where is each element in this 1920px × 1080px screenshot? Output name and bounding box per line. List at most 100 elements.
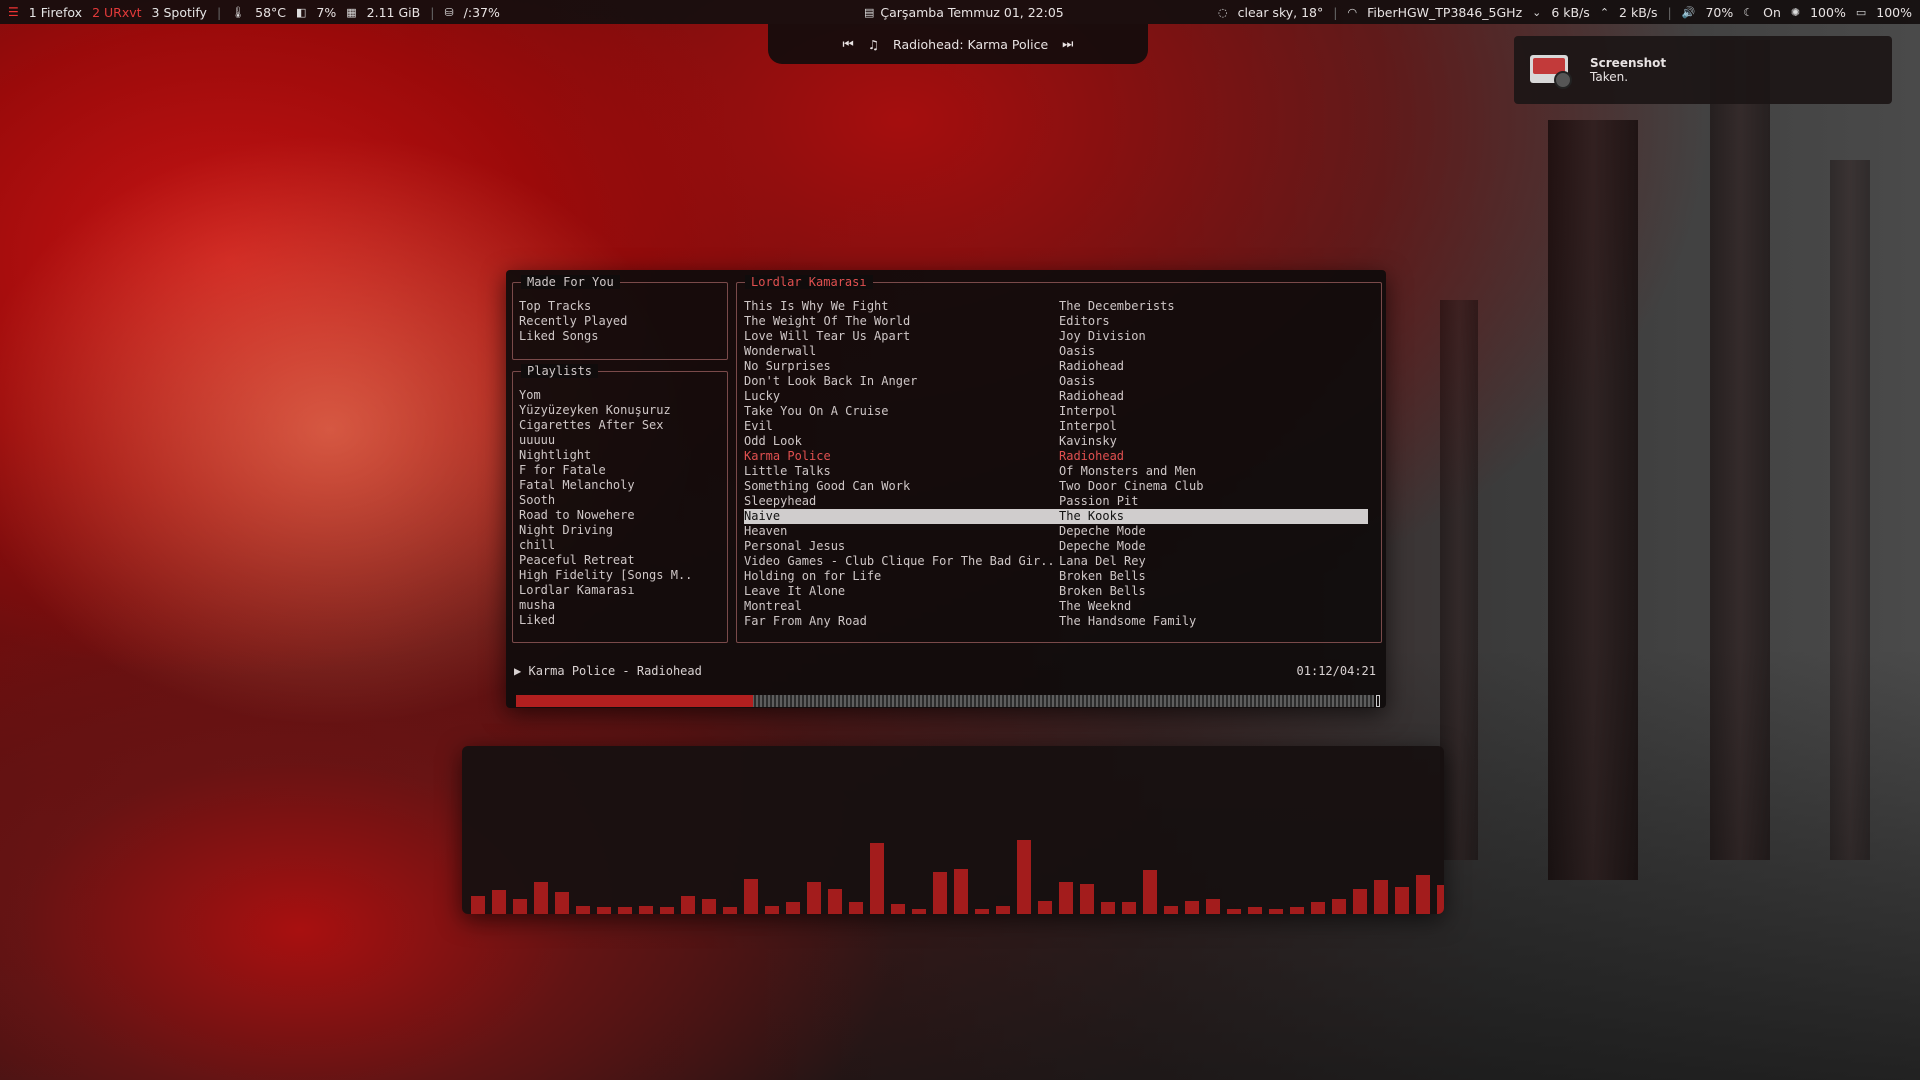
separator: |	[216, 4, 222, 20]
track-artist: Two Door Cinema Club	[1059, 479, 1204, 493]
track-row[interactable]: Leave It Alone Broken Bells	[744, 584, 1368, 599]
workspace-2[interactable]: 2 URxvt	[92, 5, 141, 20]
weather: clear sky, 18°	[1237, 4, 1324, 20]
track-row[interactable]: Montreal The Weeknd	[744, 599, 1368, 614]
track-row[interactable]: Love Will Tear Us Apart Joy Division	[744, 329, 1368, 344]
track-row[interactable]: Don't Look Back In Anger Oasis	[744, 374, 1368, 389]
visualizer-bar	[1353, 889, 1367, 914]
track-artist: Oasis	[1059, 344, 1096, 358]
playlist-item[interactable]: musha	[519, 598, 719, 613]
terminal-window[interactable]: Made For You Top Tracks Recently Played Li…	[506, 270, 1386, 708]
playlist-item[interactable]: Nightlight	[519, 448, 719, 463]
playlist-item[interactable]: Lordlar Kamarası	[519, 583, 719, 598]
weather-icon: ◌	[1218, 5, 1228, 19]
playlist-item[interactable]: chill	[519, 538, 719, 553]
track-title: Video Games - Club Clique For The Bad Gi…	[744, 554, 1055, 568]
track-row[interactable]: Odd Look Kavinsky	[744, 434, 1368, 449]
track-row[interactable]: Video Games - Club Clique For The Bad Gi…	[744, 554, 1368, 569]
visualizer-bar	[576, 906, 590, 914]
playlist-item[interactable]: F for Fatale	[519, 463, 719, 478]
track-row[interactable]: Heaven Depeche Mode	[744, 524, 1368, 539]
track-title: Don't Look Back In Anger	[744, 374, 918, 388]
brightness-level[interactable]: 100%	[1810, 5, 1846, 20]
volume-icon[interactable]: 🔊	[1682, 6, 1696, 19]
visualizer-bar	[828, 889, 842, 914]
track-artist: Broken Bells	[1059, 569, 1146, 583]
track-title: The Weight Of The World	[744, 314, 911, 328]
track-title: No Surprises	[744, 359, 831, 373]
visualizer-bar	[513, 899, 527, 914]
workspace-3[interactable]: 3 Spotify	[152, 5, 207, 20]
tracklist-title: Lordlar Kamarası	[745, 275, 873, 289]
playlists-pane: Playlists Yom Yüzyüzeyken Konuşuruz Cigare…	[512, 364, 728, 643]
track-row[interactable]: Evil Interpol	[744, 419, 1368, 434]
track-row[interactable]: Little Talks Of Monsters and Men	[744, 464, 1368, 479]
visualizer-bar	[1206, 899, 1220, 914]
made-for-you-item[interactable]: Recently Played	[519, 314, 719, 329]
volume-level[interactable]: 70%	[1705, 5, 1733, 20]
track-row[interactable]: Wonderwall Oasis	[744, 344, 1368, 359]
track-row[interactable]: Holding on for Life Broken Bells	[744, 569, 1368, 584]
playlist-item[interactable]: uuuuu	[519, 433, 719, 448]
visualizer-bar	[954, 869, 968, 914]
moon-icon: ☾	[1743, 5, 1754, 19]
visualizer-bar	[1122, 902, 1136, 914]
status-bar: ☰ 1 Firefox 2 URxvt 3 Spotify | 🌡 58°C ◧…	[0, 0, 1920, 24]
playlist-item[interactable]: Liked	[519, 613, 719, 628]
wifi-ssid[interactable]: FiberHGW_TP3846_5GHz	[1367, 5, 1522, 20]
track-row[interactable]: No Surprises Radiohead	[744, 359, 1368, 374]
visualizer-bar	[639, 906, 653, 914]
net-up: 2 kB/s	[1619, 4, 1658, 20]
track-row[interactable]: Take You On A Cruise Interpol	[744, 404, 1368, 419]
play-icon[interactable]: ▶	[514, 664, 521, 678]
track-row[interactable]: This Is Why We Fight The Decemberists	[744, 299, 1368, 314]
playlist-item[interactable]: Night Driving	[519, 523, 719, 538]
next-track-icon[interactable]: ⏭	[1062, 36, 1073, 52]
made-for-you-item[interactable]: Liked Songs	[519, 329, 719, 344]
track-artist: Of Monsters and Men	[1059, 464, 1197, 478]
track-row[interactable]: Naive The Kooks	[744, 509, 1368, 524]
track-artist: Editors	[1059, 314, 1110, 328]
progress-fill	[516, 695, 753, 707]
notification-title: Screenshot	[1590, 56, 1667, 70]
track-row[interactable]: Personal Jesus Depeche Mode	[744, 539, 1368, 554]
playlist-item[interactable]: Peaceful Retreat	[519, 553, 719, 568]
tree-trunk	[1710, 40, 1770, 860]
track-artist: The Weeknd	[1059, 599, 1132, 613]
notification-popup[interactable]: Screenshot Taken.	[1514, 36, 1892, 104]
track-row[interactable]: Karma Police Radiohead	[744, 449, 1368, 464]
playlist-item[interactable]: High Fidelity [Songs M..	[519, 568, 719, 583]
progress-bar[interactable]	[516, 694, 1380, 708]
track-title: Personal Jesus	[744, 539, 846, 553]
track-title: Heaven	[744, 524, 788, 538]
datetime[interactable]: Çarşamba Temmuz 01, 22:05	[880, 5, 1063, 20]
playlist-item[interactable]: Cigarettes After Sex	[519, 418, 719, 433]
track-artist: Lana Del Rey	[1059, 554, 1146, 568]
menu-icon[interactable]: ☰	[8, 5, 19, 19]
workspace-1[interactable]: 1 Firefox	[29, 5, 82, 20]
made-for-you-item[interactable]: Top Tracks	[519, 299, 719, 314]
visualizer-bar	[765, 906, 779, 914]
separator: |	[430, 4, 435, 20]
track-artist: Broken Bells	[1059, 584, 1146, 598]
previous-track-icon[interactable]: ⏮	[843, 36, 854, 52]
track-row[interactable]: Sleepyhead Passion Pit	[744, 494, 1368, 509]
track-artist: Interpol	[1059, 419, 1117, 433]
track-row[interactable]: The Weight Of The World Editors	[744, 314, 1368, 329]
track-title: Far From Any Road	[744, 614, 867, 628]
visualizer-bar	[786, 902, 800, 914]
track-title: Holding on for Life	[744, 569, 882, 583]
track-row[interactable]: Lucky Radiohead	[744, 389, 1368, 404]
playlist-item[interactable]: Road to Nowehere	[519, 508, 719, 523]
visualizer-bar	[744, 879, 758, 914]
cpu-icon: ◧	[296, 5, 307, 19]
playlist-item[interactable]: Yom	[519, 388, 719, 403]
playlist-item[interactable]: Fatal Melancholy	[519, 478, 719, 493]
track-row[interactable]: Something Good Can Work Two Door Cinema C…	[744, 479, 1368, 494]
playlist-item[interactable]: Yüzyüzeyken Konuşuruz	[519, 403, 719, 418]
night-mode[interactable]: On	[1763, 5, 1781, 20]
track-artist: Joy Division	[1059, 329, 1146, 343]
playlist-item[interactable]: Sooth	[519, 493, 719, 508]
visualizer-bar	[597, 907, 611, 914]
track-row[interactable]: Far From Any Road The Handsome Family	[744, 614, 1368, 629]
